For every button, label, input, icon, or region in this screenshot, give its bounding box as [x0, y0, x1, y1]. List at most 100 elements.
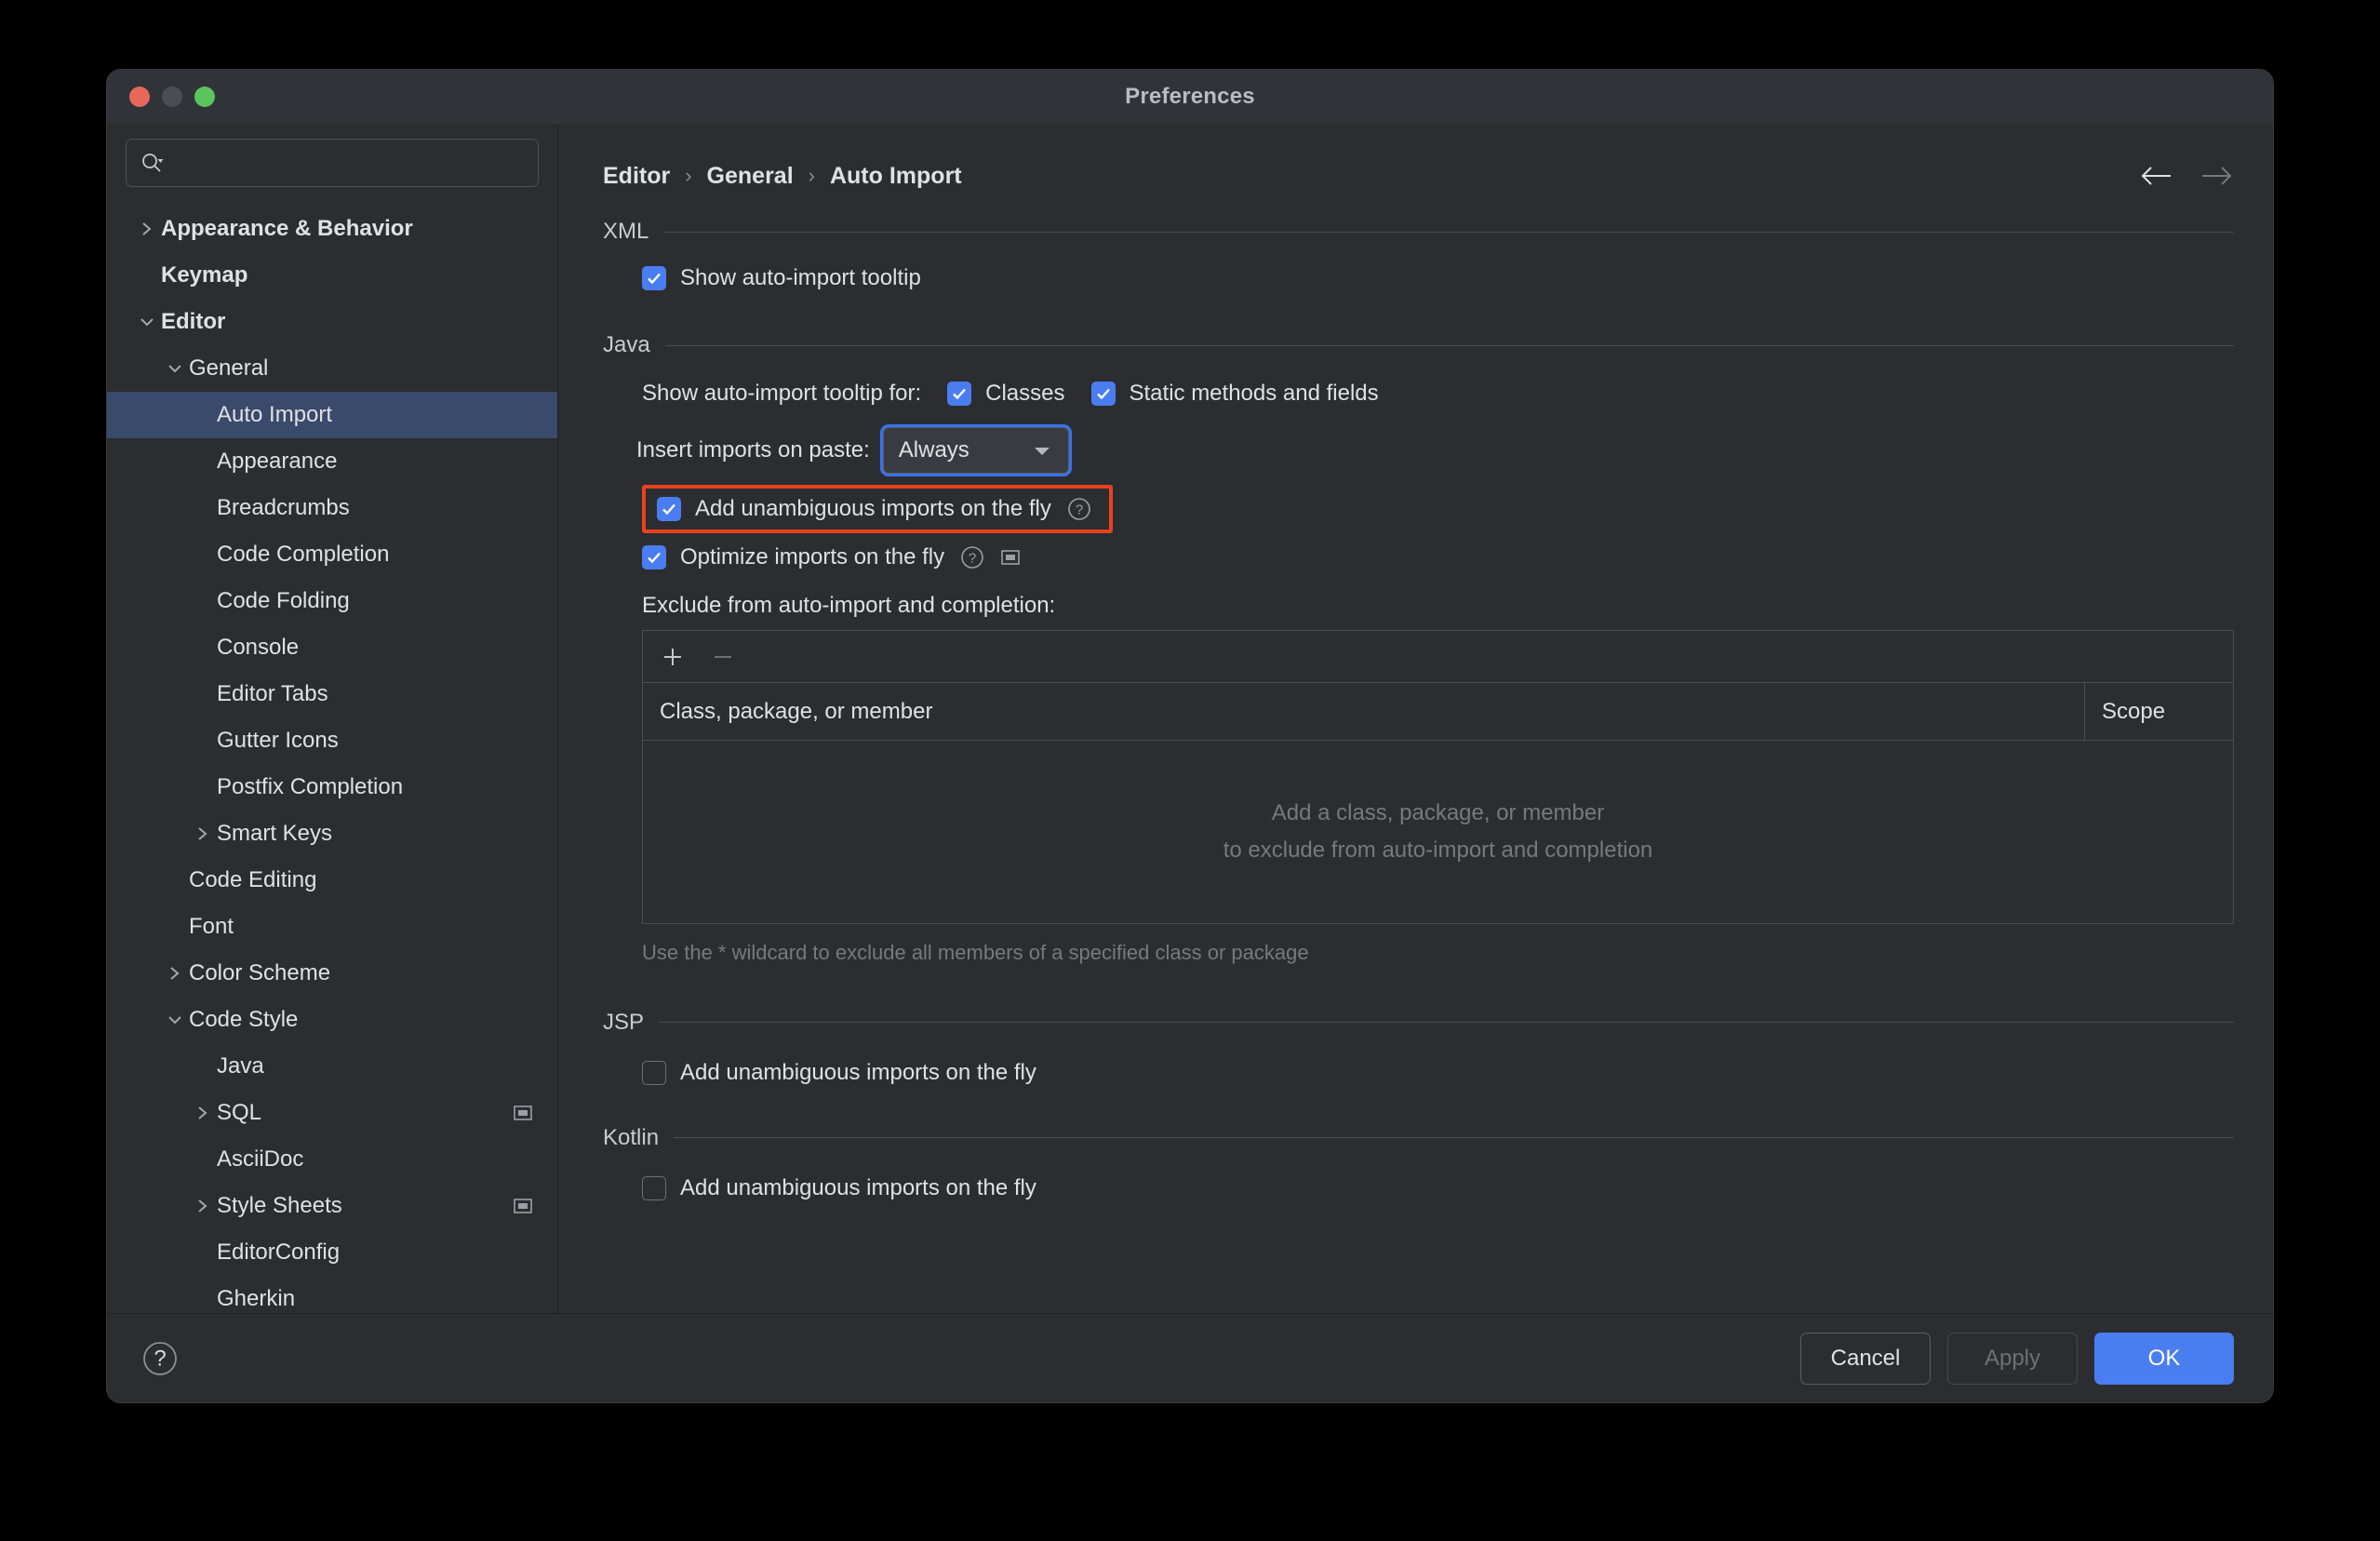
sidebar-item-label: Code Style — [189, 1007, 299, 1032]
chevron-right-icon[interactable] — [189, 825, 217, 842]
sidebar-item-code-completion[interactable]: Code Completion — [107, 531, 557, 578]
section-header-kotlin: Kotlin — [603, 1125, 2234, 1151]
arrow-right-icon[interactable] — [2197, 164, 2234, 188]
title-bar: Preferences — [107, 70, 2273, 124]
sidebar-item-label: Style Sheets — [217, 1193, 342, 1218]
sidebar-item-editor-tabs[interactable]: Editor Tabs — [107, 671, 557, 717]
sidebar-item-label: Code Editing — [189, 867, 317, 892]
settings-sidebar: Appearance & Behavior Keymap Editor General… — [107, 124, 558, 1313]
minus-icon[interactable] — [710, 644, 736, 670]
sidebar-item-general[interactable]: General — [107, 345, 557, 392]
sidebar-item-java[interactable]: Java — [107, 1043, 557, 1090]
breadcrumb-item-general[interactable]: General — [707, 163, 794, 190]
java-tooltip-for-row: Show auto-import tooltip for: Classes St… — [642, 381, 2234, 407]
empty-state-line-1: Add a class, package, or member — [1271, 800, 1605, 825]
xml-show-tooltip-checkbox[interactable] — [642, 266, 666, 290]
project-scope-icon — [513, 1103, 533, 1123]
help-question-icon[interactable]: ? — [140, 1339, 180, 1378]
arrow-left-icon[interactable] — [2139, 164, 2176, 188]
chevron-right-icon[interactable] — [189, 1105, 217, 1121]
sidebar-item-console[interactable]: Console — [107, 624, 557, 671]
xml-show-tooltip-label: Show auto-import tooltip — [680, 265, 921, 290]
sidebar-item-gutter-icons[interactable]: Gutter Icons — [107, 717, 557, 764]
apply-button[interactable]: Apply — [1947, 1332, 2078, 1385]
sidebar-item-label: General — [189, 355, 269, 381]
section-title-xml: XML — [603, 219, 649, 244]
sidebar-item-appearance[interactable]: Appearance — [107, 438, 557, 485]
sidebar-item-label: Color Scheme — [189, 960, 331, 985]
settings-tree[interactable]: Appearance & Behavior Keymap Editor General… — [107, 204, 557, 1313]
jsp-add-unambiguous-row[interactable]: Add unambiguous imports on the fly — [642, 1060, 2234, 1086]
exclude-label: Exclude from auto-import and completion: — [642, 593, 1056, 618]
sidebar-item-sql[interactable]: SQL — [107, 1090, 557, 1136]
exclude-table-toolbar — [643, 631, 2233, 683]
breadcrumb-item-auto-import: Auto Import — [829, 162, 962, 189]
svg-text:?: ? — [1076, 502, 1083, 518]
search-box[interactable] — [126, 139, 539, 187]
jsp-add-unambiguous-checkbox[interactable] — [642, 1060, 666, 1085]
sidebar-item-breadcrumbs[interactable]: Breadcrumbs — [107, 485, 557, 531]
breadcrumb-separator: › — [808, 164, 815, 187]
sidebar-item-code-style[interactable]: Code Style — [107, 997, 557, 1043]
sidebar-item-label: Auto Import — [217, 402, 333, 427]
sidebar-item-color-scheme[interactable]: Color Scheme — [107, 950, 557, 997]
kotlin-add-unambiguous-row[interactable]: Add unambiguous imports on the fly — [642, 1175, 2234, 1201]
kotlin-add-unambiguous-checkbox[interactable] — [642, 1175, 666, 1200]
help-question-icon[interactable]: ? — [1066, 496, 1092, 522]
java-add-unambiguous-label: Add unambiguous imports on the fly — [695, 496, 1051, 521]
sidebar-item-font[interactable]: Font — [107, 904, 557, 950]
insert-imports-on-paste-label: Insert imports on paste: — [636, 437, 870, 462]
breadcrumb: Editor › General › Auto Import — [603, 124, 2234, 194]
breadcrumb-item-editor[interactable]: Editor — [603, 163, 670, 190]
section-rule — [659, 1022, 2234, 1024]
section-title-java: Java — [603, 332, 650, 357]
chevron-down-icon[interactable] — [161, 1012, 189, 1027]
column-header-scope[interactable]: Scope — [2084, 683, 2233, 740]
sidebar-item-label: Smart Keys — [217, 821, 333, 846]
section-rule — [674, 1137, 2234, 1139]
help-question-icon[interactable]: ? — [959, 544, 985, 570]
sidebar-item-asciidoc[interactable]: AsciiDoc — [107, 1136, 557, 1183]
svg-text:?: ? — [154, 1346, 166, 1371]
java-add-unambiguous-checkbox[interactable] — [657, 497, 681, 521]
insert-imports-on-paste-select[interactable]: Always — [882, 427, 1069, 474]
sidebar-item-label: Code Completion — [217, 542, 390, 567]
chevron-right-icon[interactable] — [161, 965, 189, 982]
sidebar-item-smart-keys[interactable]: Smart Keys — [107, 811, 557, 857]
cancel-button[interactable]: Cancel — [1800, 1332, 1931, 1385]
column-header-class[interactable]: Class, package, or member — [643, 683, 2084, 740]
sidebar-item-appearance-behavior[interactable]: Appearance & Behavior — [107, 206, 557, 252]
chevron-right-icon[interactable] — [189, 1198, 217, 1214]
sidebar-item-auto-import[interactable]: Auto Import — [107, 392, 557, 438]
settings-pane: XML Show auto-import tooltip Java Show a… — [558, 194, 2273, 1313]
java-optimize-checkbox[interactable] — [642, 545, 666, 570]
ok-button[interactable]: OK — [2094, 1332, 2234, 1385]
sidebar-item-code-folding[interactable]: Code Folding — [107, 578, 557, 624]
java-tooltip-for-label: Show auto-import tooltip for: — [642, 381, 922, 406]
sidebar-item-label: Gutter Icons — [217, 728, 339, 753]
chevron-down-icon[interactable] — [133, 315, 161, 329]
kotlin-add-unambiguous-label: Add unambiguous imports on the fly — [680, 1174, 1036, 1200]
sidebar-item-style-sheets[interactable]: Style Sheets — [107, 1183, 557, 1229]
xml-show-tooltip-row[interactable]: Show auto-import tooltip — [642, 265, 2234, 291]
java-classes-checkbox[interactable] — [947, 382, 972, 406]
java-static-members-label: Static methods and fields — [1129, 381, 1379, 406]
sidebar-item-editorconfig[interactable]: EditorConfig — [107, 1229, 557, 1276]
sidebar-item-label: Font — [189, 914, 234, 939]
chevron-down-icon — [1016, 444, 1068, 457]
java-classes-label: Classes — [985, 381, 1065, 406]
java-static-members-checkbox[interactable] — [1090, 382, 1116, 406]
exclude-table-empty-state: Add a class, package, or member to exclu… — [643, 741, 2233, 923]
section-title-kotlin: Kotlin — [603, 1124, 660, 1150]
plus-icon[interactable] — [660, 644, 686, 670]
sidebar-item-keymap[interactable]: Keymap — [107, 252, 557, 299]
chevron-down-icon[interactable] — [161, 361, 189, 376]
exclude-label-row: Exclude from auto-import and completion: — [642, 593, 2234, 619]
sidebar-item-label: Console — [217, 635, 300, 660]
sidebar-item-gherkin[interactable]: Gherkin — [107, 1276, 557, 1313]
sidebar-item-postfix-completion[interactable]: Postfix Completion — [107, 764, 557, 811]
sidebar-item-code-editing[interactable]: Code Editing — [107, 857, 557, 904]
java-optimize-row[interactable]: Optimize imports on the fly ? — [642, 544, 2234, 570]
sidebar-item-editor[interactable]: Editor — [107, 299, 557, 345]
chevron-right-icon[interactable] — [133, 221, 161, 237]
